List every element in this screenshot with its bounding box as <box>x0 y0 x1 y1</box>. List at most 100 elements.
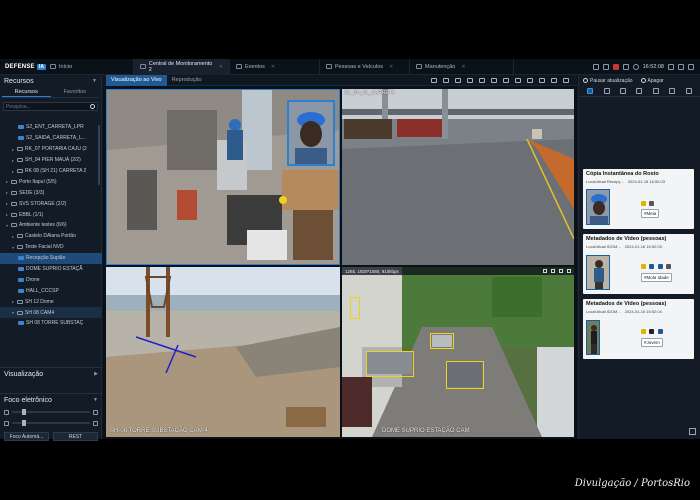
zoom-slider[interactable] <box>12 409 90 415</box>
alarm-icon[interactable] <box>669 88 676 94</box>
plate-icon[interactable] <box>652 88 659 94</box>
layout-4-icon[interactable] <box>491 77 497 83</box>
chevron-down-icon[interactable]: ▼ <box>92 78 97 84</box>
tree-item[interactable]: DOME SUPRIO ESTAÇÃ <box>0 264 102 275</box>
event-card-face[interactable]: Cópia Instantânea do Rosto Local:Atual R… <box>583 169 694 229</box>
tab-live-view[interactable]: Visualização ao Vivo <box>106 74 167 86</box>
chevron-right-icon[interactable]: ▶ <box>94 371 98 377</box>
video-tile-dome[interactable]: 1265, 1920*1080, 910kbps DOME SUPRIO EST… <box>342 267 574 437</box>
search-input[interactable] <box>6 103 90 110</box>
snapshot-icon[interactable] <box>455 77 461 83</box>
subtab-favoritos[interactable]: Favoritos <box>51 87 100 97</box>
layout-custom-icon[interactable] <box>527 77 533 83</box>
zoom-icon[interactable] <box>559 269 563 273</box>
tab-pessoas-veiculos[interactable]: Pessoas e Veículos ✕ <box>320 58 410 75</box>
scroll-bottom-icon[interactable] <box>689 428 696 435</box>
auto-focus-button[interactable]: Foco Automá... <box>4 432 49 441</box>
zoom-out-icon[interactable] <box>4 409 9 415</box>
tree-item[interactable]: ▾ Teste Facial NVD <box>0 242 102 253</box>
close-window-icon[interactable] <box>688 63 694 70</box>
fullscreen-icon[interactable] <box>539 77 545 83</box>
reset-button[interactable]: REST <box>53 432 98 441</box>
tree-item[interactable]: ▸ Porto Itapuí (5/5) <box>0 176 102 187</box>
tree-item-selected[interactable]: Recepção Suplão <box>0 252 102 264</box>
tab-manutencao[interactable]: Manutenção ✕ <box>410 58 514 75</box>
close-icon[interactable]: ✕ <box>271 64 275 70</box>
grid-icon[interactable] <box>592 63 599 70</box>
photo-credit: Divulgação / PortosRio <box>574 478 690 489</box>
event-card-person[interactable]: Metadados de Vídeo (pessoas) Local:Atual… <box>583 299 694 359</box>
zoom-in-icon[interactable] <box>93 409 98 415</box>
user-icon[interactable] <box>632 63 639 70</box>
face-icon[interactable] <box>603 88 610 94</box>
tree-item[interactable]: Drone <box>0 274 102 285</box>
tree-item[interactable]: ▸ RK 08 (SH 21) CARRETA 2 <box>0 166 102 177</box>
focus-far-icon[interactable] <box>93 420 98 426</box>
download-icon[interactable] <box>622 63 629 70</box>
layout-9-icon[interactable] <box>503 77 509 83</box>
focus-near-icon[interactable] <box>4 420 9 426</box>
foco-header[interactable]: Foco eletrônico ▼ <box>0 394 102 406</box>
minimize-icon[interactable] <box>668 63 674 70</box>
visualizacao-header[interactable]: Visualização ▶ <box>0 368 102 380</box>
tree-item[interactable]: ▸ SH 12 Dome <box>0 296 102 307</box>
alarm-icon[interactable] <box>612 63 619 70</box>
folder-icon <box>11 190 17 195</box>
snapshot-icon[interactable] <box>543 269 547 273</box>
vehicle-icon[interactable] <box>636 88 643 94</box>
more-icon[interactable] <box>563 77 569 83</box>
settings-icon[interactable] <box>685 88 692 94</box>
chevron-down-icon[interactable]: ▼ <box>93 397 98 403</box>
speaker-icon[interactable] <box>443 77 449 83</box>
resources-header[interactable]: Recursos ▼ <box>0 75 101 87</box>
tree-scrollbar[interactable] <box>98 125 100 185</box>
slider-thumb[interactable] <box>22 409 26 415</box>
tab-central-monitoramento[interactable]: Central de Monitoramento 2 ✕ <box>134 58 230 75</box>
tab-home[interactable]: Início <box>44 58 134 75</box>
focus-buttons: Foco Automá... REST <box>4 432 98 441</box>
video-tools <box>431 77 577 83</box>
tree-item[interactable]: ▸ SVS STORAGE (2/2) <box>0 198 102 209</box>
tree-item[interactable]: ▸ SEDE (3/3) <box>0 187 102 198</box>
person-icon[interactable] <box>620 88 627 94</box>
tree-item[interactable]: ▸ RK_07 PORTARIA CAJU (2 <box>0 144 102 155</box>
close-all-icon[interactable] <box>551 77 557 83</box>
tab-eventos[interactable]: Eventos ✕ <box>230 58 320 75</box>
tree-item[interactable]: ▸ SH_04 PIER MAUÁ (2/2) <box>0 155 102 166</box>
event-filter-icons <box>579 86 700 97</box>
video-tile-carreta[interactable]: SZ_SH_01_CARRETA <box>342 89 574 265</box>
slider-thumb[interactable] <box>22 420 26 426</box>
tree-item[interactable]: ▸ EBBL (1/1) <box>0 209 102 220</box>
layout-16-icon[interactable] <box>515 77 521 83</box>
tree-item[interactable]: S2_SAIDA_CARRETA_L... <box>0 133 102 144</box>
video-tile-torre[interactable]: SH-08 TORRE SUBSTAÇÃO CAM 4 <box>106 267 340 437</box>
tree-item[interactable]: ▾ SH 08 CAM4 <box>0 307 102 319</box>
close-icon[interactable]: ✕ <box>219 64 223 70</box>
tree-item[interactable]: ▸ Castelo DAlana Portão <box>0 231 102 242</box>
shirt-icon <box>649 264 655 269</box>
pause-update-button[interactable]: Pausar atualização <box>583 78 633 84</box>
event-card-person[interactable]: Metadados de Vídeo (pessoas) Local:Atual… <box>583 234 694 294</box>
all-events-icon[interactable] <box>587 88 594 94</box>
record-icon[interactable] <box>467 77 473 83</box>
close-icon[interactable]: ✕ <box>461 64 465 70</box>
focus-slider[interactable] <box>12 420 90 426</box>
video-tile-reception[interactable] <box>106 89 340 265</box>
tab-playback[interactable]: Reprodução <box>167 75 207 86</box>
tree-item[interactable]: SH 08 TORRE SUBSTAÇ <box>0 318 102 329</box>
record-icon[interactable] <box>551 269 555 273</box>
folder-icon <box>11 212 17 217</box>
layout-1-icon[interactable] <box>479 77 485 83</box>
tree-item[interactable]: ▾ Ambiente testes (6/6) <box>0 220 102 231</box>
subtab-recursos[interactable]: Recursos <box>2 87 51 97</box>
clear-button[interactable]: Apagar <box>640 78 664 84</box>
maximize-icon[interactable] <box>678 63 684 70</box>
camera-icon <box>18 321 24 326</box>
alarm-icon[interactable] <box>431 77 437 83</box>
tree-item[interactable]: HALL_CCCSP <box>0 285 102 296</box>
close-icon[interactable] <box>567 269 571 273</box>
close-icon[interactable]: ✕ <box>389 64 393 70</box>
tree-item[interactable]: S2_ENT_CARRETA_LPR <box>0 122 102 133</box>
search-icon[interactable] <box>90 104 95 109</box>
screen-icon[interactable] <box>602 63 609 70</box>
